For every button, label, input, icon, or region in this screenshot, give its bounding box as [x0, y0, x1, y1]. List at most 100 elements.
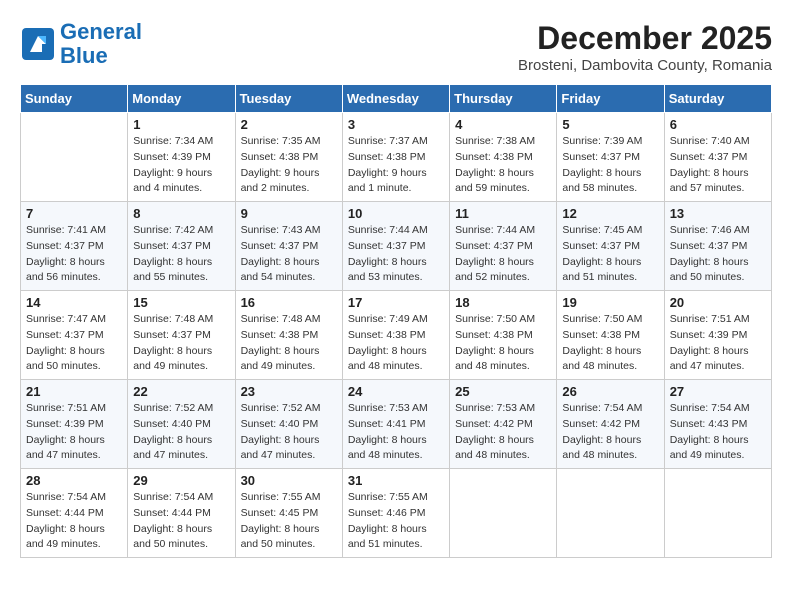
sunrise-time: Sunrise: 7:54 AM	[562, 401, 658, 417]
calendar-cell: 13Sunrise: 7:46 AMSunset: 4:37 PMDayligh…	[664, 202, 771, 291]
day-info: Sunrise: 7:52 AMSunset: 4:40 PMDaylight:…	[133, 401, 229, 464]
day-info: Sunrise: 7:35 AMSunset: 4:38 PMDaylight:…	[241, 134, 337, 197]
calendar-cell: 28Sunrise: 7:54 AMSunset: 4:44 PMDayligh…	[21, 469, 128, 558]
page-header: General Blue December 2025 Brosteni, Dam…	[20, 20, 772, 74]
day-info: Sunrise: 7:54 AMSunset: 4:43 PMDaylight:…	[670, 401, 766, 464]
sunrise-time: Sunrise: 7:53 AM	[455, 401, 551, 417]
calendar-week-3: 14Sunrise: 7:47 AMSunset: 4:37 PMDayligh…	[21, 291, 772, 380]
day-info: Sunrise: 7:49 AMSunset: 4:38 PMDaylight:…	[348, 312, 444, 375]
calendar-cell: 1Sunrise: 7:34 AMSunset: 4:39 PMDaylight…	[128, 113, 235, 202]
sunrise-time: Sunrise: 7:47 AM	[26, 312, 122, 328]
day-info: Sunrise: 7:38 AMSunset: 4:38 PMDaylight:…	[455, 134, 551, 197]
sunset-time: Sunset: 4:43 PM	[670, 417, 766, 433]
sunset-time: Sunset: 4:37 PM	[133, 239, 229, 255]
calendar-cell: 26Sunrise: 7:54 AMSunset: 4:42 PMDayligh…	[557, 380, 664, 469]
calendar-week-5: 28Sunrise: 7:54 AMSunset: 4:44 PMDayligh…	[21, 469, 772, 558]
calendar-cell: 16Sunrise: 7:48 AMSunset: 4:38 PMDayligh…	[235, 291, 342, 380]
day-info: Sunrise: 7:54 AMSunset: 4:44 PMDaylight:…	[133, 490, 229, 553]
sunset-time: Sunset: 4:42 PM	[455, 417, 551, 433]
calendar-cell: 29Sunrise: 7:54 AMSunset: 4:44 PMDayligh…	[128, 469, 235, 558]
calendar-cell	[664, 469, 771, 558]
sunset-time: Sunset: 4:37 PM	[26, 239, 122, 255]
daylight-hours: Daylight: 8 hours and 50 minutes.	[670, 255, 766, 287]
day-info: Sunrise: 7:53 AMSunset: 4:41 PMDaylight:…	[348, 401, 444, 464]
sunset-time: Sunset: 4:41 PM	[348, 417, 444, 433]
sunrise-time: Sunrise: 7:54 AM	[670, 401, 766, 417]
day-info: Sunrise: 7:55 AMSunset: 4:46 PMDaylight:…	[348, 490, 444, 553]
day-number: 31	[348, 473, 444, 488]
calendar-week-4: 21Sunrise: 7:51 AMSunset: 4:39 PMDayligh…	[21, 380, 772, 469]
daylight-hours: Daylight: 8 hours and 47 minutes.	[241, 433, 337, 465]
sunrise-time: Sunrise: 7:51 AM	[670, 312, 766, 328]
calendar-cell: 14Sunrise: 7:47 AMSunset: 4:37 PMDayligh…	[21, 291, 128, 380]
sunset-time: Sunset: 4:37 PM	[562, 150, 658, 166]
calendar-header-thursday: Thursday	[450, 85, 557, 113]
day-number: 9	[241, 206, 337, 221]
sunrise-time: Sunrise: 7:49 AM	[348, 312, 444, 328]
sunrise-time: Sunrise: 7:34 AM	[133, 134, 229, 150]
calendar-cell: 15Sunrise: 7:48 AMSunset: 4:37 PMDayligh…	[128, 291, 235, 380]
day-info: Sunrise: 7:50 AMSunset: 4:38 PMDaylight:…	[562, 312, 658, 375]
day-info: Sunrise: 7:47 AMSunset: 4:37 PMDaylight:…	[26, 312, 122, 375]
sunset-time: Sunset: 4:37 PM	[26, 328, 122, 344]
sunrise-time: Sunrise: 7:44 AM	[455, 223, 551, 239]
day-number: 21	[26, 384, 122, 399]
day-info: Sunrise: 7:37 AMSunset: 4:38 PMDaylight:…	[348, 134, 444, 197]
sunset-time: Sunset: 4:40 PM	[133, 417, 229, 433]
calendar-cell: 9 Sunrise: 7:43 AMSunset: 4:37 PMDaylight…	[235, 202, 342, 291]
daylight-hours: Daylight: 8 hours and 48 minutes.	[562, 433, 658, 465]
daylight-hours: Daylight: 8 hours and 57 minutes.	[670, 166, 766, 198]
daylight-hours: Daylight: 8 hours and 52 minutes.	[455, 255, 551, 287]
day-number: 3	[348, 117, 444, 132]
day-info: Sunrise: 7:54 AMSunset: 4:42 PMDaylight:…	[562, 401, 658, 464]
sunset-time: Sunset: 4:45 PM	[241, 506, 337, 522]
sunrise-time: Sunrise: 7:41 AM	[26, 223, 122, 239]
sunset-time: Sunset: 4:38 PM	[348, 328, 444, 344]
daylight-hours: Daylight: 8 hours and 49 minutes.	[670, 433, 766, 465]
daylight-hours: Daylight: 8 hours and 49 minutes.	[26, 522, 122, 554]
day-number: 11	[455, 206, 551, 221]
daylight-hours: Daylight: 8 hours and 47 minutes.	[670, 344, 766, 376]
calendar-header-wednesday: Wednesday	[342, 85, 449, 113]
daylight-hours: Daylight: 8 hours and 58 minutes.	[562, 166, 658, 198]
sunset-time: Sunset: 4:40 PM	[241, 417, 337, 433]
daylight-hours: Daylight: 8 hours and 54 minutes.	[241, 255, 337, 287]
calendar-week-1: 1Sunrise: 7:34 AMSunset: 4:39 PMDaylight…	[21, 113, 772, 202]
calendar-cell: 25 Sunrise: 7:53 AMSunset: 4:42 PMDayligh…	[450, 380, 557, 469]
sunrise-time: Sunrise: 7:44 AM	[348, 223, 444, 239]
sunrise-time: Sunrise: 7:55 AM	[348, 490, 444, 506]
calendar-cell: 31 Sunrise: 7:55 AMSunset: 4:46 PMDayligh…	[342, 469, 449, 558]
day-number: 25	[455, 384, 551, 399]
sunrise-time: Sunrise: 7:39 AM	[562, 134, 658, 150]
day-info: Sunrise: 7:46 AMSunset: 4:37 PMDaylight:…	[670, 223, 766, 286]
sunrise-time: Sunrise: 7:40 AM	[670, 134, 766, 150]
sunrise-time: Sunrise: 7:52 AM	[241, 401, 337, 417]
daylight-hours: Daylight: 8 hours and 47 minutes.	[133, 433, 229, 465]
logo: General Blue	[20, 20, 142, 68]
calendar-cell: 21Sunrise: 7:51 AMSunset: 4:39 PMDayligh…	[21, 380, 128, 469]
calendar-cell: 2Sunrise: 7:35 AMSunset: 4:38 PMDaylight…	[235, 113, 342, 202]
daylight-hours: Daylight: 9 hours and 2 minutes.	[241, 166, 337, 198]
sunset-time: Sunset: 4:39 PM	[133, 150, 229, 166]
day-number: 15	[133, 295, 229, 310]
calendar-cell: 3 Sunrise: 7:37 AMSunset: 4:38 PMDaylight…	[342, 113, 449, 202]
day-info: Sunrise: 7:50 AMSunset: 4:38 PMDaylight:…	[455, 312, 551, 375]
sunset-time: Sunset: 4:39 PM	[670, 328, 766, 344]
day-number: 6	[670, 117, 766, 132]
day-number: 19	[562, 295, 658, 310]
day-number: 23	[241, 384, 337, 399]
daylight-hours: Daylight: 8 hours and 50 minutes.	[133, 522, 229, 554]
sunrise-time: Sunrise: 7:48 AM	[133, 312, 229, 328]
day-info: Sunrise: 7:53 AMSunset: 4:42 PMDaylight:…	[455, 401, 551, 464]
daylight-hours: Daylight: 8 hours and 48 minutes.	[348, 433, 444, 465]
daylight-hours: Daylight: 9 hours and 4 minutes.	[133, 166, 229, 198]
calendar-cell: 17Sunrise: 7:49 AMSunset: 4:38 PMDayligh…	[342, 291, 449, 380]
daylight-hours: Daylight: 8 hours and 50 minutes.	[241, 522, 337, 554]
calendar-header-sunday: Sunday	[21, 85, 128, 113]
calendar-week-2: 7Sunrise: 7:41 AMSunset: 4:37 PMDaylight…	[21, 202, 772, 291]
day-info: Sunrise: 7:43 AMSunset: 4:37 PMDaylight:…	[241, 223, 337, 286]
logo-line2: Blue	[60, 43, 108, 68]
day-info: Sunrise: 7:39 AMSunset: 4:37 PMDaylight:…	[562, 134, 658, 197]
calendar-cell: 4Sunrise: 7:38 AMSunset: 4:38 PMDaylight…	[450, 113, 557, 202]
day-info: Sunrise: 7:42 AMSunset: 4:37 PMDaylight:…	[133, 223, 229, 286]
